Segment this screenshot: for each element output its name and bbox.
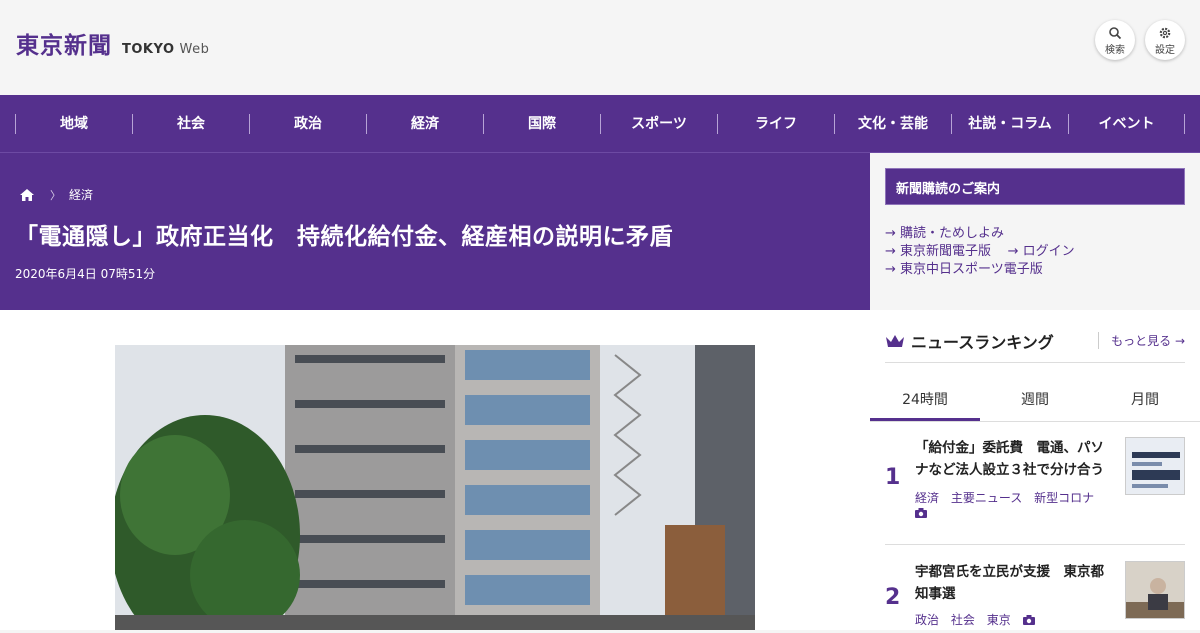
rank-number: 1 bbox=[885, 465, 901, 490]
ranking-thumbnail[interactable] bbox=[1125, 561, 1185, 619]
tab-weekly[interactable]: 週間 bbox=[980, 378, 1090, 421]
tag[interactable]: 新型コロナ bbox=[1034, 491, 1094, 505]
site-logo[interactable]: 東京新聞 TOKYO Web bbox=[16, 26, 209, 60]
ranking-tabs: 24時間 週間 月間 bbox=[870, 378, 1200, 422]
article-photo bbox=[115, 345, 755, 630]
logo-english: TOKYO Web bbox=[122, 42, 210, 57]
tab-monthly[interactable]: 月間 bbox=[1090, 378, 1200, 421]
ranking-item[interactable]: 2 宇都宮氏を立民が支援 東京都知事選 政治 社会 東京 bbox=[885, 553, 1185, 633]
arrow-right-icon: → bbox=[885, 262, 901, 277]
gear-icon bbox=[1159, 27, 1171, 39]
breadcrumb-separator: 〉 bbox=[50, 188, 61, 202]
ranking-title: ニュースランキング bbox=[885, 329, 1054, 353]
breadcrumb-section[interactable]: 経済 bbox=[69, 186, 93, 203]
logo-japanese: 東京新聞 bbox=[16, 32, 112, 59]
arrow-right-icon: → bbox=[885, 226, 901, 241]
ranking-header: ニュースランキング もっと見る → bbox=[885, 325, 1185, 363]
nav-item-events[interactable]: イベント bbox=[1068, 114, 1185, 134]
nav-item-world[interactable]: 国際 bbox=[483, 114, 600, 134]
ranking-item[interactable]: 1 「給付金」委託費 電通、パソナなど法人設立３社で分け合う 経済 主要ニュース… bbox=[885, 437, 1185, 545]
article-header: 〉 経済 「電通隠し」政府正当化 持続化給付金、経産相の説明に矛盾 2020年6… bbox=[0, 153, 870, 310]
arrow-right-icon: → bbox=[995, 244, 1023, 259]
tag[interactable]: 東京 bbox=[987, 613, 1011, 627]
article-body bbox=[0, 310, 870, 630]
tag[interactable]: 政治 bbox=[915, 613, 939, 627]
nav-item-economy[interactable]: 経済 bbox=[366, 114, 483, 134]
link-sports[interactable]: 東京中日スポーツ電子版 bbox=[900, 262, 1043, 277]
nav-item-sports[interactable]: スポーツ bbox=[600, 114, 717, 134]
ranking-item-title[interactable]: 「給付金」委託費 電通、パソナなど法人設立３社で分け合う bbox=[915, 437, 1113, 481]
ranking-more-link[interactable]: もっと見る → bbox=[1098, 332, 1185, 349]
site-header: 東京新聞 TOKYO Web 検索 設定 bbox=[0, 0, 1200, 95]
ranking-item-tags: 経済 主要ニュース 新型コロナ bbox=[915, 489, 1102, 520]
article-headline: 「電通隠し」政府正当化 持続化給付金、経産相の説明に矛盾 bbox=[15, 224, 673, 250]
nav-item-life[interactable]: ライフ bbox=[717, 114, 834, 134]
nav-item-local[interactable]: 地域 bbox=[15, 114, 132, 134]
link-digital[interactable]: 東京新聞電子版 bbox=[900, 244, 991, 259]
nav-item-society[interactable]: 社会 bbox=[132, 114, 249, 134]
search-icon bbox=[1109, 27, 1122, 40]
camera-icon bbox=[1022, 615, 1035, 625]
nav-item-politics[interactable]: 政治 bbox=[249, 114, 366, 134]
article-date: 2020年6月4日 07時51分 bbox=[15, 267, 156, 281]
ranking-item-title[interactable]: 宇都宮氏を立民が支援 東京都知事選 bbox=[915, 561, 1113, 605]
search-label: 検索 bbox=[1105, 45, 1125, 56]
search-button[interactable]: 検索 bbox=[1095, 20, 1135, 60]
rank-number: 2 bbox=[885, 585, 901, 610]
nav-item-editorial[interactable]: 社説・コラム bbox=[951, 114, 1068, 134]
breadcrumb: 〉 経済 bbox=[20, 186, 93, 203]
arrow-right-icon: → bbox=[885, 244, 901, 259]
sidebar: 新聞購読のご案内 → 購読・ためしよみ → 東京新聞電子版 → ログイン → 東… bbox=[870, 153, 1200, 630]
camera-icon bbox=[915, 508, 927, 518]
tag[interactable]: 主要ニュース bbox=[951, 491, 1022, 505]
ranking-thumbnail[interactable] bbox=[1125, 437, 1185, 495]
tag[interactable]: 経済 bbox=[915, 491, 939, 505]
subscribe-header: 新聞購読のご案内 bbox=[885, 168, 1185, 205]
main-nav: 地域 社会 政治 経済 国際 スポーツ ライフ 文化・芸能 社説・コラム イベン… bbox=[0, 95, 1200, 153]
settings-label: 設定 bbox=[1155, 45, 1175, 56]
news-ranking: ニュースランキング もっと見る → 24時間 週間 月間 1 「給付金」委託費 … bbox=[870, 310, 1200, 630]
link-login[interactable]: ログイン bbox=[1023, 244, 1075, 259]
settings-button[interactable]: 設定 bbox=[1145, 20, 1185, 60]
subscribe-links: → 購読・ためしよみ → 東京新聞電子版 → ログイン → 東京中日スポーツ電子… bbox=[885, 225, 1075, 279]
link-trial[interactable]: 購読・ためしよみ bbox=[900, 226, 1004, 241]
tab-24h[interactable]: 24時間 bbox=[870, 378, 980, 421]
tag[interactable]: 社会 bbox=[951, 613, 975, 627]
crown-icon bbox=[886, 335, 904, 347]
nav-item-culture[interactable]: 文化・芸能 bbox=[834, 114, 951, 134]
ranking-item-tags: 政治 社会 東京 bbox=[915, 611, 1035, 628]
home-icon[interactable] bbox=[20, 188, 34, 201]
